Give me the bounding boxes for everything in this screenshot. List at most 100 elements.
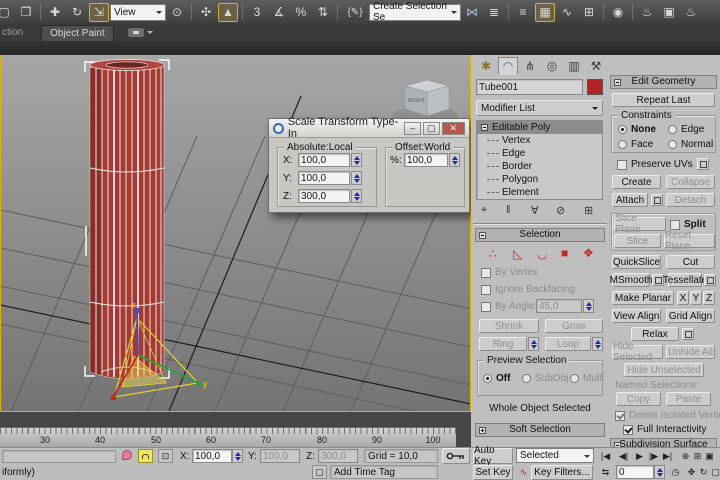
auto-key-lock-icon[interactable]	[442, 448, 470, 464]
key-mode-toggle[interactable]: ⇆	[598, 465, 613, 479]
time-configuration-icon[interactable]: ◷	[668, 465, 683, 479]
selection-lock-toggle[interactable]	[138, 449, 153, 463]
stack-item-edge[interactable]: Edge	[477, 147, 602, 160]
gizmo-z-axis[interactable]	[137, 312, 138, 355]
relax-button[interactable]: Relax	[631, 327, 679, 341]
preview-off-radio[interactable]: Off	[483, 373, 510, 384]
stack-item-editable-poly[interactable]: Editable Poly	[477, 121, 602, 134]
object-name-field[interactable]: Tube001	[476, 79, 583, 95]
attach-settings-button[interactable]	[651, 194, 663, 206]
frame-spinner[interactable]	[654, 465, 665, 479]
perspective-viewport[interactable]: z y RIGHT	[0, 55, 471, 412]
tab-display[interactable]: ▥	[564, 57, 584, 75]
y-spinner[interactable]	[351, 171, 362, 185]
preview-multi-radio[interactable]: Multi	[570, 373, 604, 384]
attach-button[interactable]: Attach	[612, 193, 648, 207]
use-center-icon[interactable]: ⊙	[167, 3, 187, 22]
loop-spinner[interactable]	[592, 337, 603, 351]
planar-x-button[interactable]: X	[677, 291, 689, 305]
shrink-button[interactable]: Shrink	[479, 319, 539, 333]
element-mode-icon[interactable]: ❖	[583, 246, 594, 260]
z-input[interactable]: 300,0	[298, 189, 350, 203]
add-time-tag[interactable]: Add Time Tag	[330, 465, 438, 479]
rendered-frame-icon[interactable]: ▣	[659, 3, 679, 22]
maximize-button[interactable]: ▢	[423, 122, 440, 135]
percent-input[interactable]: 100,0	[404, 153, 448, 167]
slice-plane-button[interactable]: Slice Plane	[614, 217, 666, 231]
view-align-button[interactable]: View Align	[612, 309, 661, 323]
constraint-edge-radio[interactable]: Edge	[668, 124, 704, 135]
delete-isolated-vertices-checkbox[interactable]: Delete Isolated Vertices	[615, 410, 720, 421]
soft-selection-rollout-header[interactable]: Soft Selection	[475, 423, 605, 437]
pin-stack-icon[interactable]: ⌖	[481, 204, 487, 217]
zoom-extents-icon[interactable]: ▣	[702, 449, 717, 463]
make-unique-icon[interactable]: ∀	[531, 204, 539, 217]
cut-button[interactable]: Cut	[666, 255, 715, 269]
render-production-icon[interactable]: ♨	[681, 3, 701, 22]
select-scale-icon[interactable]: ⇲	[89, 3, 109, 22]
show-end-result-icon[interactable]: ‖	[506, 204, 511, 216]
schematic-view-icon[interactable]: ⊞	[579, 3, 599, 22]
stack-item-polygon[interactable]: Polygon	[477, 173, 602, 186]
time-tag-icon[interactable]: ▢	[312, 465, 327, 479]
grow-button[interactable]: Grow	[545, 319, 603, 333]
ring-spinner[interactable]	[528, 337, 539, 351]
tessellate-button[interactable]: Tessellate	[668, 273, 702, 287]
selection-set-filter-dropdown[interactable]: Selected	[516, 448, 594, 463]
angle-snap-icon[interactable]: ∡	[269, 3, 289, 22]
rect-region-select-icon[interactable]: ▢	[0, 3, 14, 22]
make-planar-button[interactable]: Make Planar	[612, 291, 674, 305]
slice-button[interactable]: Slice	[614, 234, 661, 248]
curve-editor-icon[interactable]: ∿	[557, 3, 577, 22]
create-button[interactable]: Create	[612, 175, 661, 189]
by-angle-field[interactable]: 45,0	[536, 299, 582, 313]
tab-create[interactable]: ✱	[476, 57, 496, 75]
auto-key-button[interactable]: Auto Key	[473, 448, 513, 464]
preview-subobj-radio[interactable]: SubObj	[522, 373, 568, 384]
planar-z-button[interactable]: Z	[703, 291, 715, 305]
snap-3d-icon[interactable]: 3	[247, 3, 267, 22]
coord-z-field[interactable]: 300,0	[318, 449, 358, 463]
configure-modifier-sets-icon[interactable]: ⊞	[584, 204, 593, 217]
tab-utilities[interactable]: ⚒	[586, 57, 606, 75]
paste-button[interactable]: Paste	[666, 392, 711, 406]
full-interactivity-checkbox[interactable]: Full Interactivity	[623, 424, 706, 435]
detach-button[interactable]: Detach	[666, 193, 715, 207]
vertex-mode-icon[interactable]: ∴	[489, 247, 497, 261]
constraint-none-radio[interactable]: None	[618, 124, 656, 135]
preserve-uvs-settings-button[interactable]	[697, 158, 709, 170]
chevron-down-icon[interactable]	[147, 31, 153, 37]
coord-y-field[interactable]: 100,0	[260, 449, 300, 463]
x-spinner[interactable]	[351, 153, 362, 167]
play-button[interactable]: ▶	[632, 449, 647, 463]
tessellate-settings-button[interactable]	[704, 274, 716, 286]
maximize-viewport-icon[interactable]: ▢	[708, 465, 720, 479]
set-key-button[interactable]: Set Key	[473, 465, 513, 480]
edit-geometry-rollout-header[interactable]: Edit Geometry	[610, 75, 717, 89]
z-spinner[interactable]	[351, 189, 362, 203]
copy-button[interactable]: Copy	[616, 392, 661, 406]
stack-item-element[interactable]: Element	[477, 186, 602, 199]
preserve-uvs-checkbox[interactable]: Preserve UVs	[617, 159, 693, 170]
select-manipulate-icon[interactable]: ✣	[196, 3, 216, 22]
render-setup-icon[interactable]: ♨	[637, 3, 657, 22]
hide-selected-button[interactable]: Hide Selected	[612, 345, 663, 359]
tab-motion[interactable]: ◎	[542, 57, 562, 75]
stack-item-border[interactable]: Border	[477, 160, 602, 173]
key-filters-button[interactable]: Key Filters...	[531, 465, 593, 480]
msmooth-button[interactable]: MSmooth	[612, 273, 650, 287]
stack-item-vertex[interactable]: Vertex	[477, 134, 602, 147]
previous-frame-button[interactable]: ◀|	[616, 449, 631, 463]
percent-spinner[interactable]	[449, 153, 460, 167]
ignore-backfacing-checkbox[interactable]: Ignore Backfacing	[481, 284, 575, 295]
material-editor-icon[interactable]: ◉	[608, 3, 628, 22]
ribbon-toggle-icon[interactable]: ▦	[535, 3, 555, 22]
tab-modify[interactable]: ◠	[498, 57, 518, 75]
border-mode-icon[interactable]: ◡	[537, 247, 547, 261]
current-frame-field[interactable]: 0	[616, 465, 654, 479]
object-color-swatch[interactable]	[587, 79, 603, 95]
timeline-track-bar[interactable]: 30 40 50 60 70 80 90 100	[0, 427, 456, 447]
relax-settings-button[interactable]	[682, 328, 694, 340]
repeat-last-button[interactable]: Repeat Last	[612, 93, 715, 107]
by-vertex-checkbox[interactable]: By Vertex	[481, 267, 538, 278]
